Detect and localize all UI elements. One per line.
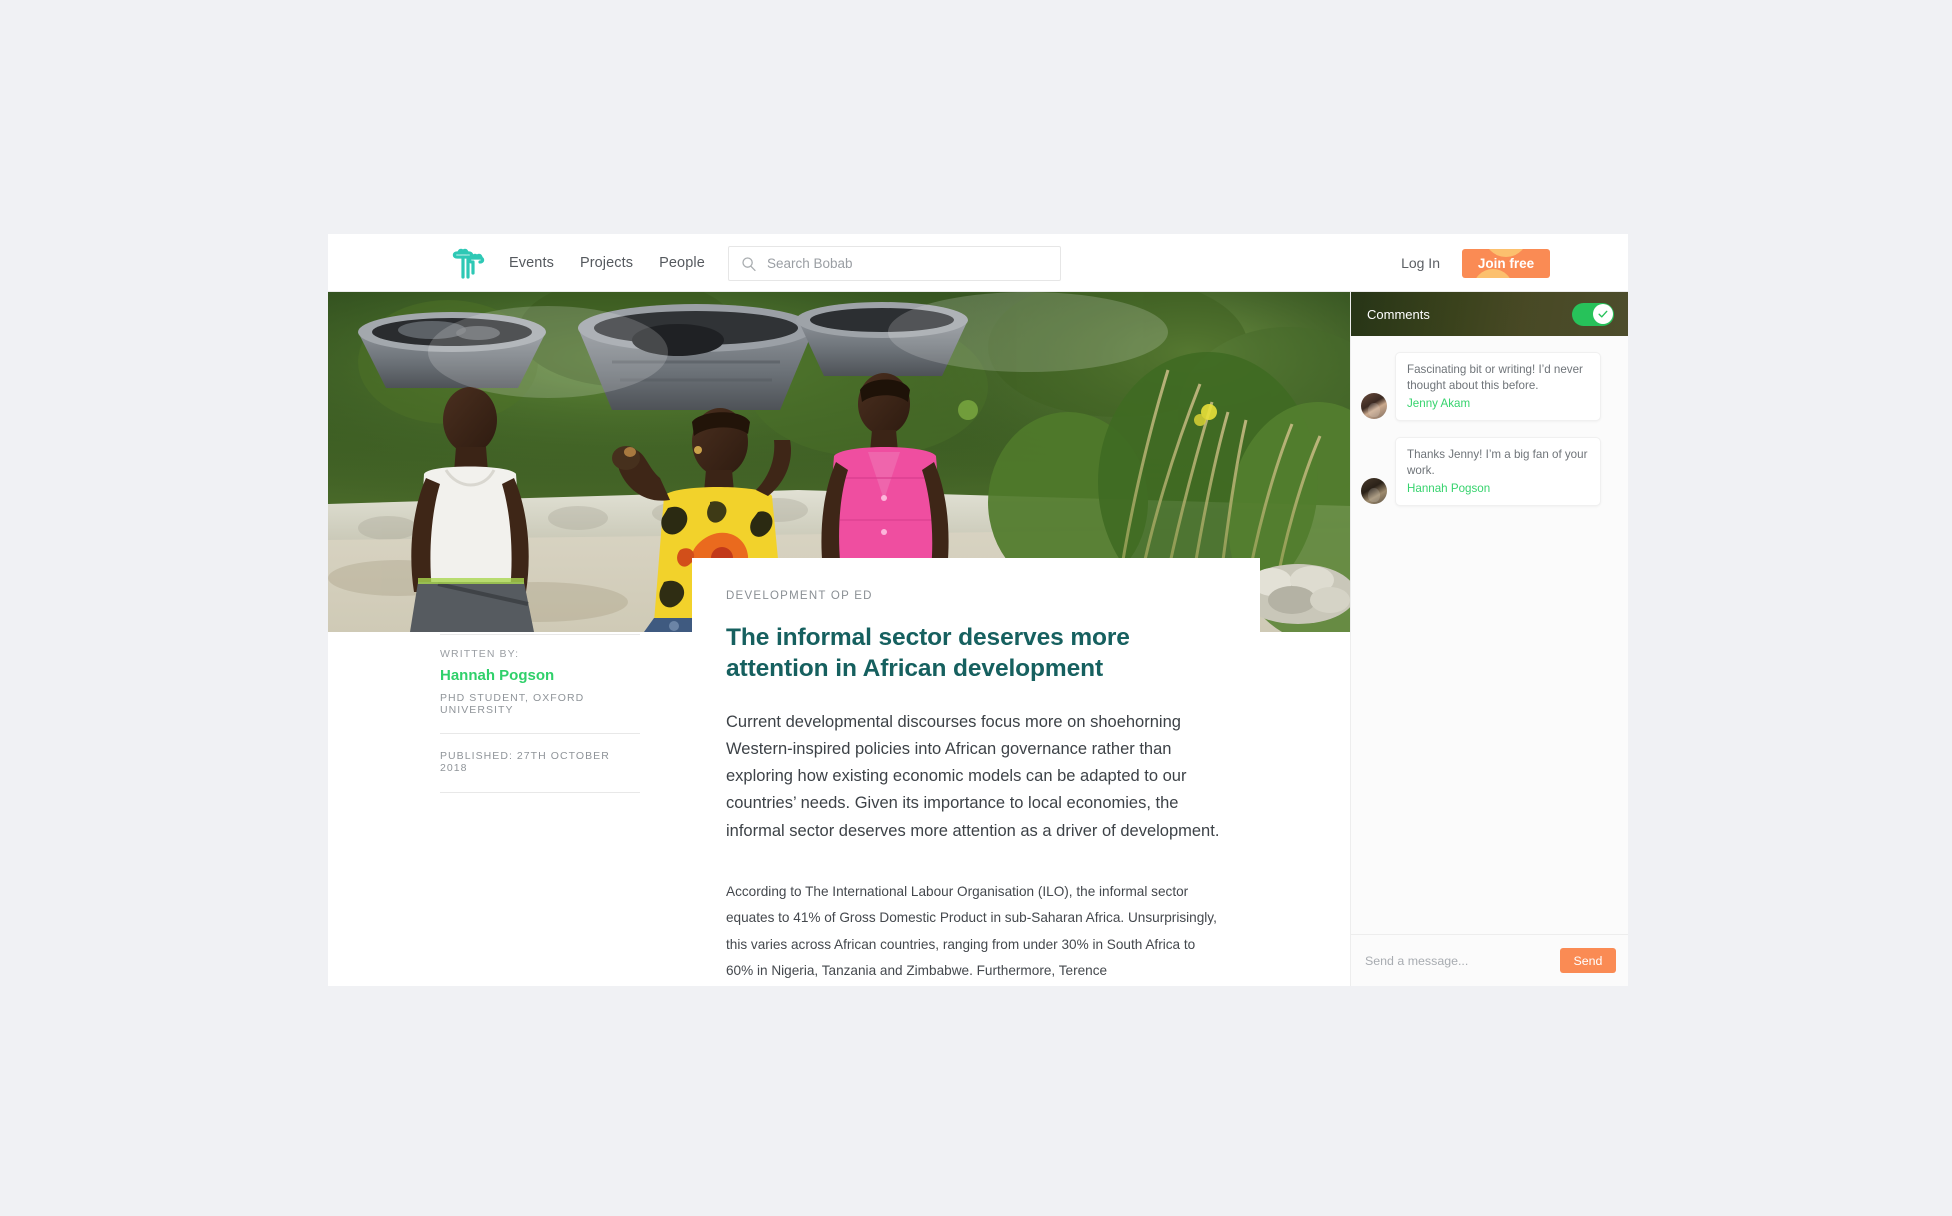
byline: WRITTEN BY: Hannah Pogson PHD STUDENT, O… — [440, 634, 640, 793]
comment-item: Thanks Jenny! I’m a big fan of your work… — [1361, 436, 1616, 506]
article-lead-paragraph: Current developmental discourses focus m… — [726, 712, 1220, 840]
search-input[interactable] — [767, 256, 1027, 271]
jenny-akam-avatar — [1361, 392, 1387, 419]
published-date: PUBLISHED: 27TH OCTOBER 2018 — [440, 750, 610, 774]
nav-actions: Log In Join free — [1401, 234, 1550, 292]
comment-author[interactable]: Jenny Akam — [1407, 396, 1589, 412]
search-box[interactable] — [728, 246, 1061, 281]
article-card: DEVELOPMENT OP ED The informal sector de… — [692, 558, 1260, 986]
article-kicker: DEVELOPMENT OP ED — [726, 590, 873, 602]
logo-icon — [452, 248, 485, 279]
search-icon — [742, 256, 756, 271]
nav-item-events[interactable]: Events — [508, 253, 555, 273]
send-button[interactable]: Send — [1560, 948, 1616, 973]
comments-title: Comments — [1367, 306, 1430, 322]
login-link[interactable]: Log In — [1401, 255, 1440, 271]
comment-list: Fascinating bit or writing! I’d never th… — [1351, 336, 1628, 934]
author-role: PHD STUDENT, OXFORD UNIVERSITY — [440, 692, 585, 716]
comment-author[interactable]: Hannah Pogson — [1407, 481, 1589, 497]
comment-item: Fascinating bit or writing! I’d never th… — [1361, 352, 1616, 421]
comments-header: Comments — [1351, 292, 1628, 336]
toggle-knob — [1592, 304, 1613, 324]
comments-toggle[interactable] — [1572, 302, 1614, 326]
comment-bubble[interactable]: Thanks Jenny! I’m a big fan of your work… — [1395, 436, 1601, 506]
join-free-button[interactable]: Join free — [1462, 248, 1550, 278]
byline-divider-bottom — [440, 792, 640, 793]
comment-text: Fascinating bit or writing! I’d never th… — [1407, 363, 1583, 392]
article-body-paragraph: According to The International Labour Or… — [726, 883, 1217, 979]
message-input[interactable] — [1365, 953, 1560, 968]
comment-bubble[interactable]: Fascinating bit or writing! I’d never th… — [1395, 352, 1601, 421]
baobab-tree-logo[interactable] — [446, 243, 490, 283]
app-window: Events Projects People Writing Log In Jo… — [328, 234, 1628, 986]
join-free-label: Join free — [1477, 255, 1535, 271]
comment-text: Thanks Jenny! I’m a big fan of your work… — [1407, 447, 1588, 477]
top-navigation: Events Projects People Writing Log In Jo… — [328, 234, 1628, 292]
hannah-pogson-avatar — [1361, 477, 1387, 504]
nav-item-people[interactable]: People — [658, 253, 706, 273]
article-headline: The informal sector deserves more attent… — [726, 624, 1130, 683]
nav-item-projects[interactable]: Projects — [579, 253, 634, 273]
author-name[interactable]: Hannah Pogson — [440, 667, 640, 684]
check-icon — [1597, 310, 1607, 318]
comments-panel: Comments Fascinating bit or writing! I’d… — [1350, 292, 1628, 986]
message-composer: Send — [1351, 934, 1628, 986]
written-by-label: WRITTEN BY: — [440, 648, 520, 660]
